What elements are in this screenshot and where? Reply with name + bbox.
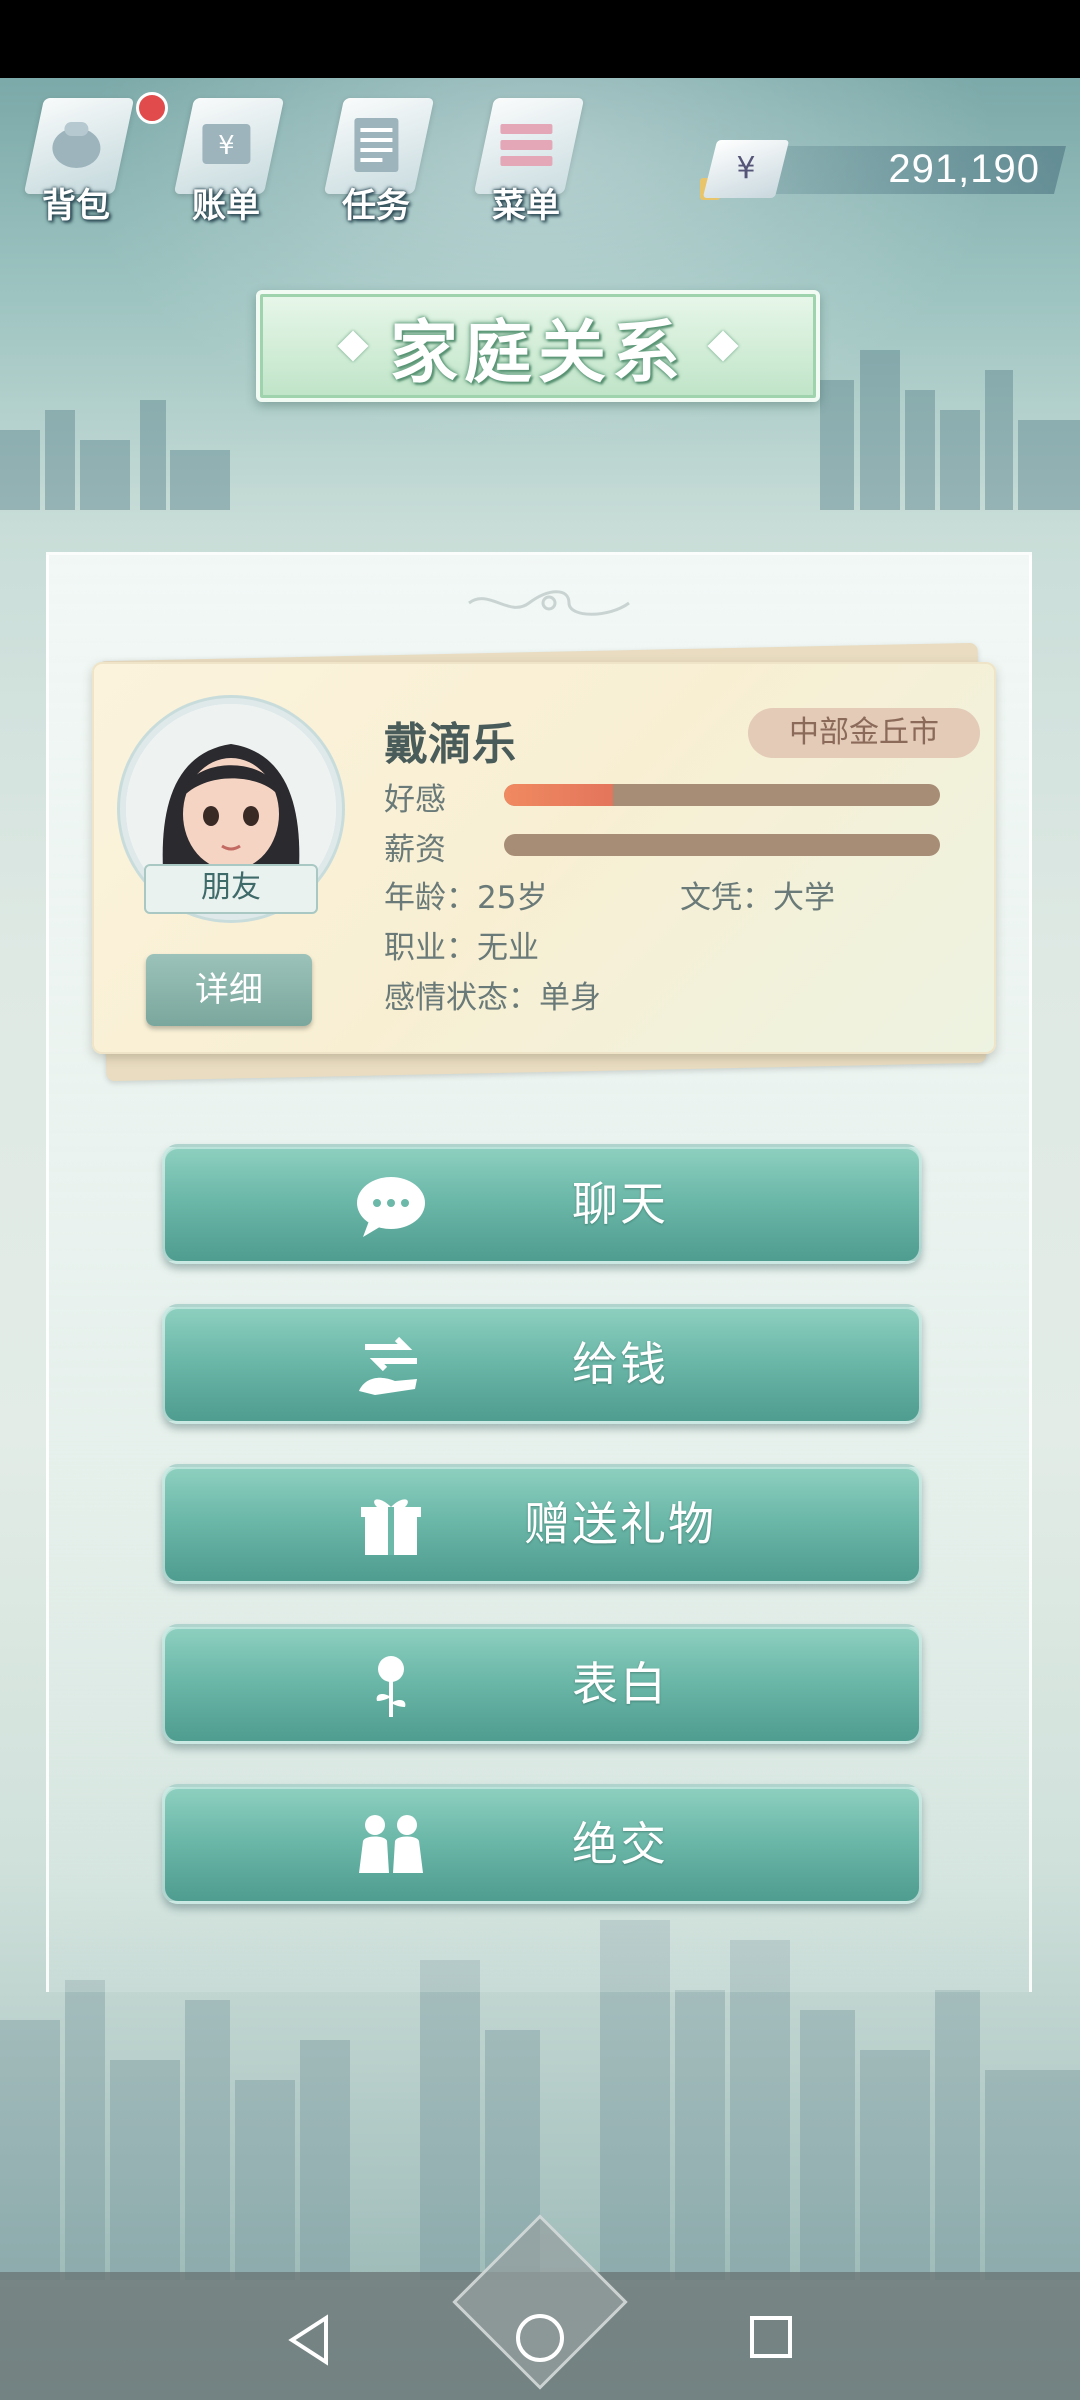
give-money-button[interactable]: 给钱 xyxy=(162,1304,922,1424)
send-gift-button-label: 赠送礼物 xyxy=(524,1497,716,1551)
nav-bill[interactable]: ¥ 账单 xyxy=(166,88,286,228)
salary-bar xyxy=(504,834,940,856)
chat-button-label: 聊天 xyxy=(572,1177,668,1231)
nav-menu[interactable]: 菜单 xyxy=(466,88,586,228)
affection-label: 好感 xyxy=(384,782,446,818)
age-text: 年龄：25岁 xyxy=(384,880,548,916)
location-tag: 中部金丘市 xyxy=(748,708,980,758)
gift-icon xyxy=(361,1499,421,1555)
character-card: 朋友 详细 戴滴乐 中部金丘市 好感 薪资 年龄：25岁 文凭：大学 职业：无业… xyxy=(92,662,996,1054)
status-bar xyxy=(0,0,1080,78)
title-banner: 家庭关系 xyxy=(256,290,820,402)
confess-button-label: 表白 xyxy=(572,1657,668,1711)
nav-bill-label: 账单 xyxy=(192,186,260,226)
nav-task-label: 任务 xyxy=(342,186,410,226)
yen-symbol: ¥ xyxy=(736,151,756,186)
affection-bar xyxy=(504,784,940,806)
money-value: 291,190 xyxy=(888,147,1040,191)
chat-button[interactable]: 聊天 xyxy=(162,1144,922,1264)
notification-badge xyxy=(136,92,168,124)
job-text: 职业：无业 xyxy=(384,930,539,966)
money-display: ¥ 291,190 xyxy=(700,140,1066,200)
education-text: 文凭：大学 xyxy=(680,880,835,916)
recent-apps-icon[interactable] xyxy=(746,2312,796,2362)
rose-icon xyxy=(376,1656,406,1717)
nav-backpack[interactable]: 背包 xyxy=(16,88,136,228)
nav-backpack-label: 背包 xyxy=(42,186,110,226)
couple-icon xyxy=(359,1815,423,1873)
affection-bar-fill xyxy=(504,784,613,806)
character-name: 戴滴乐 xyxy=(384,719,516,770)
diamond-ornament-left xyxy=(337,330,369,362)
relationship-status-text: 感情状态：单身 xyxy=(384,980,601,1016)
confess-button[interactable]: 表白 xyxy=(162,1624,922,1744)
give-money-icon xyxy=(359,1336,417,1395)
relation-badge: 朋友 xyxy=(144,864,318,914)
diamond-ornament-right xyxy=(707,330,739,362)
yen-icon: ¥ xyxy=(702,140,790,198)
nav-task[interactable]: 任务 xyxy=(316,88,436,228)
nav-menu-label: 菜单 xyxy=(492,186,560,226)
svg-text:¥: ¥ xyxy=(218,131,235,161)
send-gift-button[interactable]: 赠送礼物 xyxy=(162,1464,922,1584)
back-icon[interactable] xyxy=(284,2312,334,2368)
chat-bubble-icon xyxy=(357,1177,425,1237)
page-title: 家庭关系 xyxy=(389,313,686,393)
break-off-button[interactable]: 绝交 xyxy=(162,1784,922,1904)
salary-label: 薪资 xyxy=(384,832,446,868)
home-icon[interactable] xyxy=(512,2310,568,2366)
detail-button[interactable]: 详细 xyxy=(146,954,312,1026)
give-money-button-label: 给钱 xyxy=(572,1337,668,1391)
scroll-ornament-icon xyxy=(468,590,630,616)
break-off-button-label: 绝交 xyxy=(572,1817,668,1871)
